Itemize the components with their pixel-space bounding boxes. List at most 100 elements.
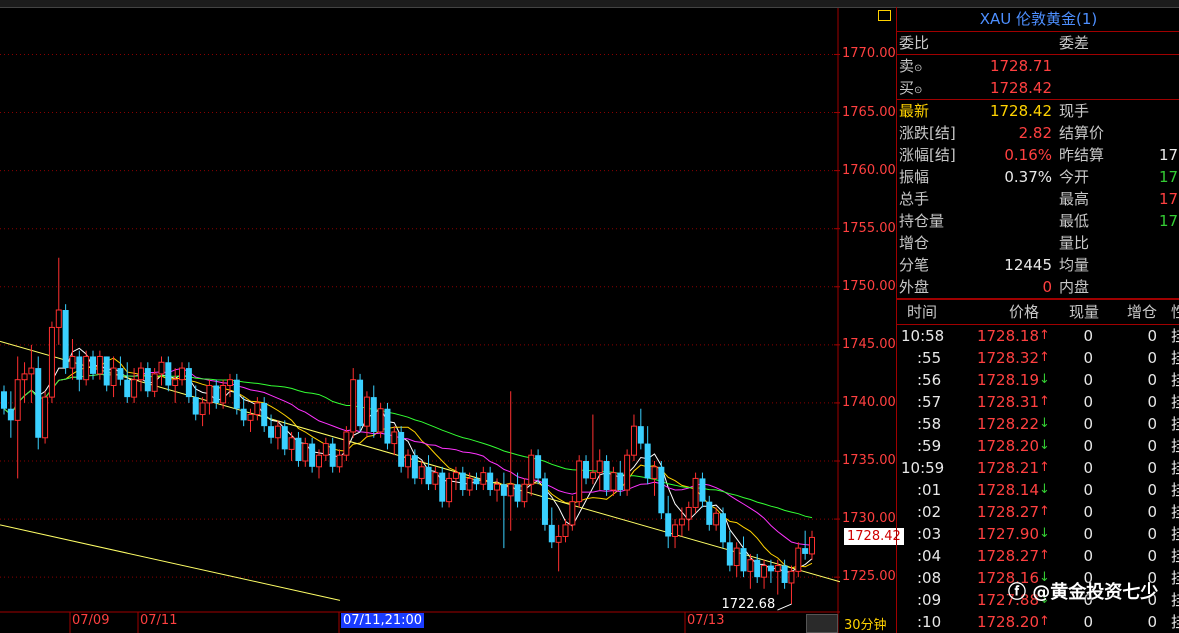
tick-row[interactable]: :02 1728.27 ↑ 0 0 挂 [897,501,1179,523]
candle-body [405,454,411,468]
tick-nature: 挂 [1171,481,1179,499]
tick-price: 1728.27 [976,503,1039,521]
candle-body [665,513,672,537]
tick-row[interactable]: :59 1728.20 ↓ 0 0 挂 [897,435,1179,457]
tick-increase: 0 [1147,525,1157,543]
instrument-title[interactable]: XAU 伦敦黄金(1) [897,7,1179,32]
tick-time: :59 [917,437,942,455]
tick-row[interactable]: :01 1728.14 ↓ 0 0 挂 [897,479,1179,501]
y-tick-label: 1725.00 [842,569,896,585]
tick-row[interactable]: :10 1728.20 ↑ 0 0 挂 [897,611,1179,633]
candle-body [124,379,131,398]
tick-arrow: ↑ [1039,614,1050,629]
quote-value: 12445 [1004,256,1052,274]
candle-body [48,326,55,398]
tick-time: :02 [917,503,942,521]
quote-label: 振幅 [899,168,930,186]
candle-body [637,426,644,444]
quote-row: 外盘 0 内盘 [897,276,1179,299]
candle-body [473,478,480,485]
candle-body [165,362,172,386]
tick-increase: 0 [1147,503,1157,521]
wei-bi-row: 委比 委差 [897,32,1179,55]
tick-price: 1728.21 [976,459,1039,477]
tick-row[interactable]: :56 1728.19 ↓ 0 0 挂 [897,369,1179,391]
tick-volume: 0 [1083,393,1093,411]
chart-settings-icon[interactable] [878,10,891,21]
tick-increase: 0 [1147,481,1157,499]
candle-body [322,443,329,456]
y-tick-label: 1760.00 [842,162,896,178]
tick-nature: 挂 [1171,327,1179,345]
scroll-button[interactable] [806,614,838,633]
candle-body [274,425,281,439]
quote-row: 涨幅[结] 0.16% 昨结算 172 [897,144,1179,166]
quote-label-2: 均量 [1059,256,1090,274]
candle-body [418,466,425,479]
candle-body [699,478,706,502]
tick-row[interactable]: :57 1728.31 ↑ 0 0 挂 [897,391,1179,413]
candle-body [761,565,768,578]
tick-arrow: ↓ [1039,482,1050,497]
quote-row: 总手 最高 172 [897,188,1179,210]
candle-body [521,483,528,503]
tick-arrow: ↑ [1039,350,1050,365]
tick-volume: 0 [1083,459,1093,477]
tick-row[interactable]: 10:58 1728.18 ↑ 0 0 挂 [897,325,1179,347]
quote-row: 涨跌[结] 2.82 结算价 [897,122,1179,144]
tick-row[interactable]: :04 1728.27 ↑ 0 0 挂 [897,545,1179,567]
candle-body [329,443,336,467]
tick-nature: 挂 [1171,569,1179,587]
candle-body [685,506,692,520]
quote-value-2: 172 [1159,146,1179,164]
tick-row[interactable]: :55 1728.32 ↑ 0 0 挂 [897,347,1179,369]
candle-body [350,379,357,433]
quote-label: 外盘 [899,278,930,296]
period-label[interactable]: 30分钟 [844,614,887,633]
candle-body [254,402,261,416]
candle-body [144,368,151,392]
buy-label: 买⊙ [899,79,923,97]
candle-body [391,431,398,445]
y-tick-label: 1755.00 [842,220,896,236]
candle-body [377,408,384,433]
price-axis: 1770.00 1765.00 1760.00 1755.00 1750.00 1745.… [838,0,904,633]
candle-body [624,454,631,491]
candle-body [35,368,42,438]
tick-row[interactable]: :58 1728.22 ↓ 0 0 挂 [897,413,1179,435]
tick-row[interactable]: 10:59 1728.21 ↑ 0 0 挂 [897,457,1179,479]
tick-volume: 0 [1083,613,1093,631]
current-price-tag: 1728.42 [844,528,904,546]
candle-body [21,373,28,381]
tick-increase: 0 [1147,393,1157,411]
header-price: 价格 [1008,303,1039,321]
candle-body [261,402,268,427]
y-tick-label: 1770.00 [842,46,896,62]
header-volume: 现量 [1068,303,1099,321]
candle-body [706,501,713,525]
candle-body [213,385,220,403]
candlestick-chart[interactable]: 1722.68 [0,0,840,633]
y-tick-label: 1730.00 [842,511,896,527]
quote-label: 总手 [899,190,930,208]
wei-cha-label: 委差 [1059,34,1090,52]
tick-row[interactable]: :03 1727.90 ↓ 0 0 挂 [897,523,1179,545]
candle-body [240,408,247,421]
candle-body [281,426,288,450]
candle-body [740,548,747,572]
tick-price: 1728.32 [976,349,1039,367]
tick-volume: 0 [1083,437,1093,455]
candle-body [295,437,302,461]
quote-label-2: 最低 [1059,212,1090,230]
candle-body [644,443,651,479]
tick-arrow: ↓ [1039,416,1050,431]
candle-body [795,547,802,572]
quote-label-2: 昨结算 [1059,146,1105,164]
x-tick-label: 07/11,21:00 [341,613,425,628]
y-tick-label: 1740.00 [842,394,896,410]
candle-body [781,565,788,583]
candle-body [774,565,781,572]
candle-body [466,477,473,491]
candle-body [425,466,432,485]
tick-arrow: ↑ [1039,328,1050,343]
